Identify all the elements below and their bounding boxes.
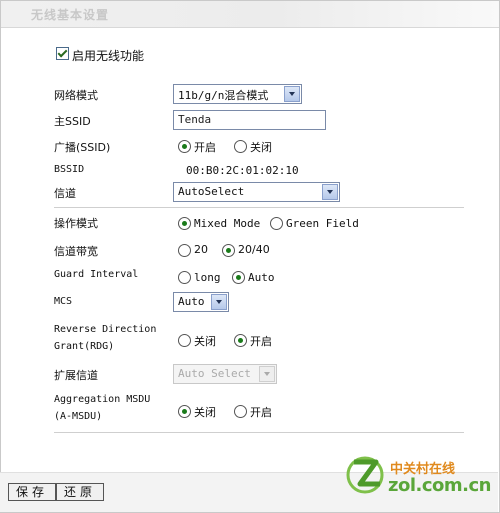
mcs-label: MCS [54, 296, 73, 307]
ext-channel-label: 扩展信道 [54, 369, 98, 382]
ext-channel-select[interactable]: Auto Select [173, 364, 277, 384]
restore-button[interactable]: 还原 [56, 483, 104, 501]
ssid-value: Tenda [178, 113, 212, 126]
bssid-label: BSSID [54, 164, 85, 175]
enable-wireless-checkbox[interactable] [56, 47, 69, 60]
network-mode-select[interactable]: 11b/g/n混合模式 [173, 84, 302, 104]
save-button[interactable]: 保存 [8, 483, 56, 501]
bandwidth-label: 信道带宽 [54, 245, 98, 258]
amsdu-off-radio[interactable] [178, 405, 191, 418]
channel-select[interactable]: AutoSelect [173, 182, 340, 202]
chevron-down-icon [322, 184, 338, 200]
chevron-down-icon [259, 366, 275, 382]
op-mode-green-radio[interactable] [270, 217, 283, 230]
channel-value: AutoSelect [178, 185, 245, 198]
bandwidth-2040-radio[interactable] [222, 244, 235, 257]
guard-long-label: long [194, 271, 221, 284]
ssid-label: 主SSID [54, 115, 91, 128]
rdg-on-label: 开启 [250, 335, 272, 348]
chevron-down-icon [284, 86, 300, 102]
op-mode-label: 操作模式 [54, 217, 98, 230]
network-mode-value: 11b/g/n混合模式 [178, 89, 269, 102]
divider [54, 207, 464, 208]
mcs-select[interactable]: Auto [173, 292, 229, 312]
bandwidth-20-label: 20 [194, 243, 208, 256]
bssid-value: 00:B0:2C:01:02:10 [186, 164, 299, 177]
page-title: 无线基本设置 [31, 8, 110, 22]
broadcast-off-label: 关闭 [250, 141, 272, 154]
broadcast-on-radio[interactable] [178, 140, 191, 153]
enable-wireless-label: 启用无线功能 [72, 49, 145, 63]
guard-auto-radio[interactable] [232, 271, 245, 284]
op-mode-green-label: Green Field [286, 217, 359, 230]
amsdu-on-label: 开启 [250, 406, 272, 419]
bandwidth-2040-label: 20/40 [238, 243, 270, 256]
amsdu-on-radio[interactable] [234, 405, 247, 418]
network-mode-label: 网络模式 [54, 89, 98, 102]
broadcast-on-label: 开启 [194, 141, 216, 154]
guard-auto-label: Auto [248, 271, 275, 284]
broadcast-label: 广播(SSID) [54, 141, 111, 154]
rdg-off-radio[interactable] [178, 334, 191, 347]
watermark-en: zol.com.cn [388, 475, 491, 496]
divider [54, 432, 464, 433]
amsdu-label-line2: (A-MSDU) [54, 411, 103, 422]
chevron-down-icon [211, 294, 227, 310]
channel-label: 信道 [54, 187, 76, 200]
guard-long-radio[interactable] [178, 271, 191, 284]
op-mode-mixed-radio[interactable] [178, 217, 191, 230]
rdg-off-label: 关闭 [194, 335, 216, 348]
amsdu-label-line1: Aggregation MSDU [54, 394, 151, 405]
rdg-label-line1: Reverse Direction [54, 324, 157, 335]
rdg-label-line2: Grant(RDG) [54, 341, 115, 352]
mcs-value: Auto [178, 295, 205, 308]
bandwidth-20-radio[interactable] [178, 244, 191, 257]
title-bar: 无线基本设置 [1, 1, 499, 28]
zol-logo-icon [346, 456, 384, 494]
ext-channel-value: Auto Select [178, 367, 251, 380]
broadcast-off-radio[interactable] [234, 140, 247, 153]
ssid-input[interactable]: Tenda [173, 110, 326, 130]
op-mode-mixed-label: Mixed Mode [194, 217, 261, 230]
guard-interval-label: Guard Interval [54, 269, 139, 280]
rdg-on-radio[interactable] [234, 334, 247, 347]
amsdu-off-label: 关闭 [194, 406, 216, 419]
